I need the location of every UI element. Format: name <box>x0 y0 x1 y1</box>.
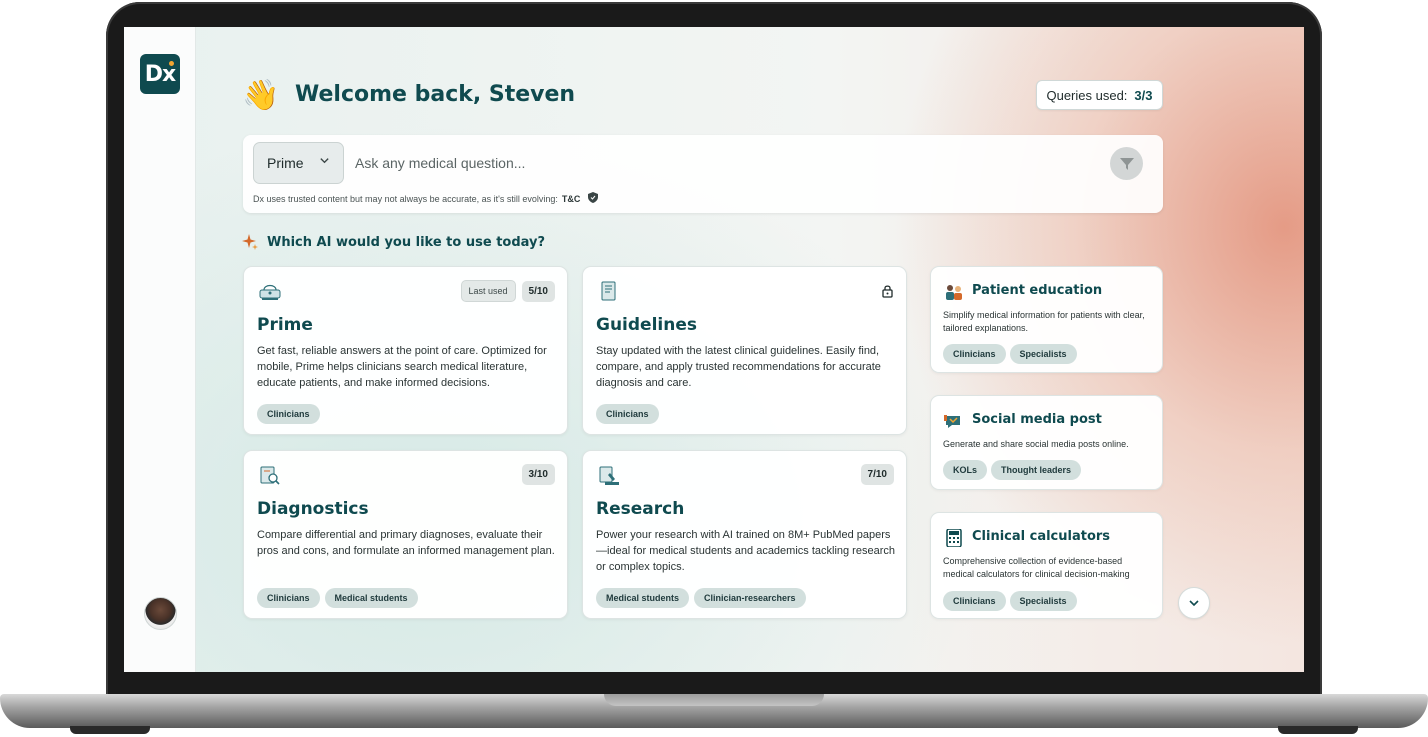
laptop-foot-left <box>70 726 150 734</box>
chevron-down-icon <box>1189 600 1199 607</box>
card-social-media-post[interactable]: Social media post Generate and share soc… <box>930 395 1163 490</box>
app-logo[interactable]: Dx <box>140 54 180 94</box>
card-research-badges: 7/10 <box>860 464 894 485</box>
laptop-notch <box>604 694 824 706</box>
card-title: Clinical calculators <box>972 529 1111 544</box>
queries-value: 3/3 <box>1134 87 1153 103</box>
model-select[interactable]: Prime <box>253 142 344 184</box>
card-tags: Clinicians <box>596 404 659 424</box>
sparkle-icon <box>242 234 258 250</box>
tag: Clinicians <box>596 404 659 424</box>
tag: Medical students <box>596 588 690 608</box>
user-avatar[interactable] <box>144 597 177 630</box>
logo-dot <box>169 61 174 66</box>
section-title: Which AI would you like to use today? <box>267 235 546 250</box>
queries-used-badge: Queries used: 3/3 <box>1036 80 1163 110</box>
last-used-badge: Last used <box>460 280 516 302</box>
calculator-icon <box>946 529 962 547</box>
tag: Clinician-researchers <box>694 588 806 608</box>
card-description: Get fast, reliable answers at the point … <box>257 345 547 389</box>
model-select-value: Prime <box>267 155 304 171</box>
card-description: Stay updated with the latest clinical gu… <box>596 345 881 389</box>
tag: Specialists <box>1009 591 1077 611</box>
screen: Dx 👋 Welcome back, Steven Queries used: … <box>124 27 1304 672</box>
card-guidelines-badges <box>881 280 894 298</box>
scroll-down-button[interactable] <box>1178 587 1210 619</box>
usage-count-badge: 7/10 <box>860 464 894 485</box>
card-research[interactable]: 7/10 Research Power your research with A… <box>582 450 907 619</box>
tag: Clinicians <box>257 588 320 608</box>
prime-icon <box>259 284 281 300</box>
card-tags: Clinicians <box>257 404 320 424</box>
tag: Clinicians <box>257 404 320 424</box>
card-description: Comprehensive collection of evidence-bas… <box>943 556 1130 579</box>
card-prime[interactable]: Last used 5/10 Prime Get fast, reliable … <box>243 266 568 435</box>
usage-count-badge: 3/10 <box>521 464 555 485</box>
card-diagnostics-badges: 3/10 <box>521 464 555 485</box>
tag: Clinicians <box>943 344 1006 364</box>
tag: Medical students <box>324 588 418 608</box>
lock-icon <box>882 285 893 298</box>
search-input[interactable] <box>353 149 1053 177</box>
research-icon <box>599 466 619 485</box>
card-prime-badges: Last used 5/10 <box>460 280 555 302</box>
chevron-down-icon <box>319 155 330 169</box>
send-button[interactable] <box>1110 147 1143 180</box>
card-description: Simplify medical information for patient… <box>943 310 1145 333</box>
sidebar: Dx <box>124 27 196 672</box>
card-patient-education[interactable]: Patient education Simplify medical infor… <box>930 266 1163 373</box>
search-panel: Prime Dx uses trusted content but may no… <box>243 135 1163 213</box>
card-tags: Clinicians Specialists <box>943 591 1077 611</box>
welcome-title: Welcome back, Steven <box>295 82 576 107</box>
card-description: Generate and share social media posts on… <box>943 439 1129 449</box>
disclaimer: Dx uses trusted content but may not alwa… <box>253 192 599 205</box>
tag: Thought leaders <box>991 460 1082 480</box>
patient-education-icon <box>946 285 962 300</box>
card-title: Diagnostics <box>257 499 369 519</box>
waving-hand-icon: 👋 <box>242 79 280 112</box>
tag: KOLs <box>943 460 988 480</box>
card-title: Social media post <box>972 412 1102 427</box>
guidelines-icon <box>601 281 616 301</box>
diagnostics-icon <box>260 466 280 485</box>
card-title: Patient education <box>972 283 1103 298</box>
card-guidelines[interactable]: Guidelines Stay updated with the latest … <box>582 266 907 435</box>
card-diagnostics[interactable]: 3/10 Diagnostics Compare differential an… <box>243 450 568 619</box>
card-tags: Clinicians Specialists <box>943 344 1077 364</box>
laptop-foot-right <box>1278 726 1358 734</box>
card-title: Research <box>596 499 685 519</box>
card-description: Compare differential and primary diagnos… <box>257 529 555 557</box>
card-title: Prime <box>257 315 313 335</box>
card-clinical-calculators[interactable]: Clinical calculators Comprehensive colle… <box>930 512 1163 619</box>
tag: Specialists <box>1009 344 1077 364</box>
card-title: Guidelines <box>596 315 697 335</box>
card-description: Power your research with AI trained on 8… <box>596 529 895 573</box>
tc-link[interactable]: T&C <box>562 194 581 204</box>
tag: Clinicians <box>943 591 1006 611</box>
shield-icon <box>588 192 599 205</box>
usage-count-badge: 5/10 <box>521 280 555 302</box>
card-tags: KOLs Thought leaders <box>943 460 1082 480</box>
queries-label: Queries used: <box>1046 87 1128 103</box>
send-icon <box>1119 157 1134 170</box>
disclaimer-text: Dx uses trusted content but may not alwa… <box>253 193 558 204</box>
card-tags: Clinicians Medical students <box>257 588 418 608</box>
card-tags: Medical students Clinician-researchers <box>596 588 806 608</box>
social-media-icon <box>944 415 960 428</box>
